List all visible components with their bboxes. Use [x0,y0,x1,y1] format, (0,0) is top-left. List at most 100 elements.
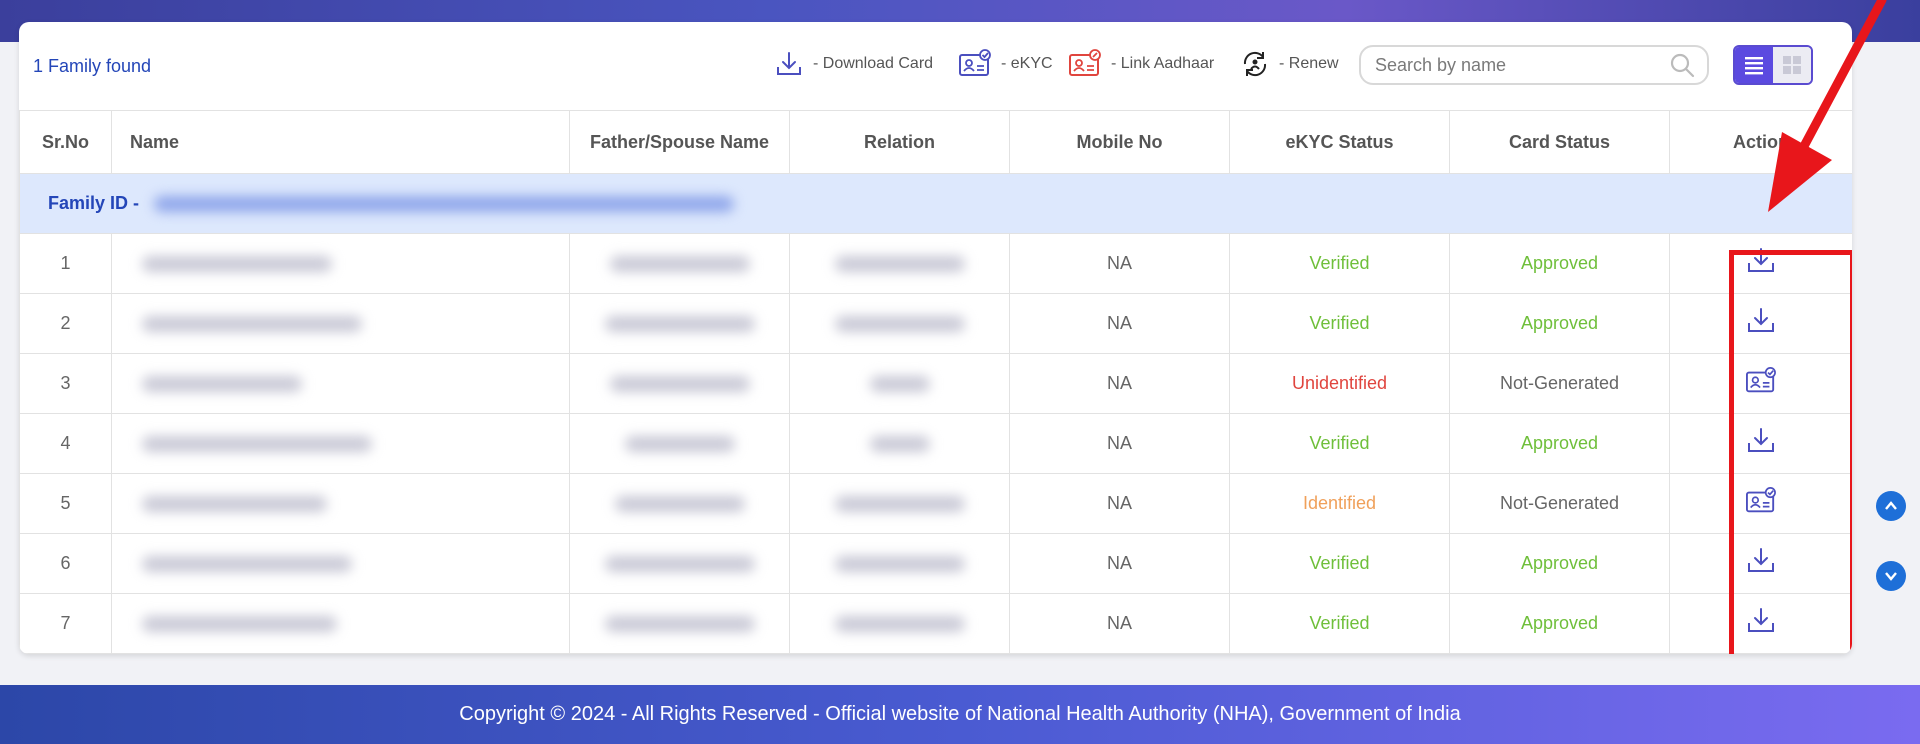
redacted-relation [834,316,965,333]
cell-mobile: NA [1009,233,1230,294]
search-box[interactable] [1359,45,1709,85]
family-count-text: 1 Family found [33,56,152,76]
cell-relation-redacted [789,293,1010,354]
cell-ekyc-status: Verified [1229,233,1450,294]
link-aadhaar-icon [1069,49,1101,76]
family-id-label: Family ID - [48,193,140,213]
cell-action [1669,473,1852,534]
cell-srno: 3 [19,353,112,414]
chevron-up-icon [1885,501,1897,510]
cell-relation-redacted [789,353,1010,414]
table-row: 1 NA Verified Approved [19,233,1852,294]
col-header-name: Name [111,110,570,174]
cell-srno: 5 [19,473,112,534]
cell-relation-redacted [789,473,1010,534]
cell-mobile: NA [1009,533,1230,594]
download-icon [777,52,801,75]
cell-card-status: Approved [1449,233,1670,294]
col-header-ekyc-status: eKYC Status [1229,110,1450,174]
cell-father-spouse-redacted [569,413,790,474]
cell-relation-redacted [789,593,1010,654]
cell-card-status: Approved [1449,593,1670,654]
table-row: 6 NA Verified Approved [19,533,1852,594]
cell-name-redacted [111,293,570,354]
ekyc-icon [959,49,991,76]
cell-relation-redacted [789,233,1010,294]
family-id-cell: Family ID - [19,173,1852,234]
download-icon[interactable] [1744,606,1778,641]
col-header-mobile: Mobile No [1009,110,1230,174]
table-row: 5 NA Identified Not-Generated [19,473,1852,534]
ekyc-icon[interactable] [1743,486,1779,521]
scroll-up-button[interactable] [1876,491,1906,521]
cell-mobile: NA [1009,353,1230,414]
list-view-button[interactable] [1735,47,1773,83]
redacted-relation [869,376,930,393]
legend-renew: - Renew [1239,48,1339,80]
cell-action [1669,293,1852,354]
cell-relation-redacted [789,533,1010,594]
cell-mobile: NA [1009,593,1230,654]
table-header-row: Sr.No Name Father/Spouse Name Relation M… [19,110,1852,174]
cell-father-spouse-redacted [569,533,790,594]
legend-download-card: - Download Card [773,48,933,80]
scroll-down-button[interactable] [1876,561,1906,591]
cell-mobile: NA [1009,413,1230,474]
ekyc-icon[interactable] [1743,366,1779,401]
cell-father-spouse-redacted [569,593,790,654]
download-icon[interactable] [1744,426,1778,461]
family-members-table: Sr.No Name Father/Spouse Name Relation M… [19,110,1852,654]
view-toggle [1733,45,1813,85]
cell-srno: 7 [19,593,112,654]
cell-father-spouse-redacted [569,233,790,294]
chevron-down-icon [1885,572,1897,581]
family-id-redacted [154,196,735,213]
search-input[interactable] [1373,53,1669,77]
cell-relation-redacted [789,413,1010,474]
legend-download-label: - Download Card [813,55,934,72]
col-header-relation: Relation [789,110,1010,174]
redacted-relation [834,256,965,273]
family-results-card: 1 Family found - Download Card - eKYC - … [19,22,1852,654]
redacted-father-spouse [609,376,750,393]
cell-card-status: Approved [1449,293,1670,354]
cell-ekyc-status: Verified [1229,533,1450,594]
family-id-row: Family ID - [19,173,1852,234]
cell-name-redacted [111,593,570,654]
cell-action [1669,353,1852,414]
search-icon[interactable] [1669,52,1695,78]
cell-card-status: Approved [1449,533,1670,594]
download-icon[interactable] [1744,306,1778,341]
table-row: 3 NA Unidentified Not-Generated [19,353,1852,414]
cell-father-spouse-redacted [569,293,790,354]
cell-name-redacted [111,473,570,534]
legend-renew-label: - Renew [1279,55,1339,72]
download-icon[interactable] [1744,546,1778,581]
col-header-srno: Sr.No [19,110,112,174]
table-row: 7 NA Verified Approved [19,593,1852,654]
redacted-relation [834,556,965,573]
renew-icon [1243,51,1267,77]
legend-link-aadhaar: - Link Aadhaar [1067,48,1214,80]
cell-card-status: Not-Generated [1449,473,1670,534]
redacted-father-spouse [614,496,745,513]
footer: Copyright © 2024 - All Rights Reserved -… [0,685,1920,744]
cell-ekyc-status: Verified [1229,593,1450,654]
download-icon[interactable] [1744,246,1778,281]
cell-ekyc-status: Verified [1229,293,1450,354]
grid-view-button[interactable] [1773,47,1811,83]
redacted-name [142,376,302,393]
redacted-father-spouse [609,256,750,273]
col-header-father-spouse: Father/Spouse Name [569,110,790,174]
redacted-name [142,496,327,513]
cell-name-redacted [111,413,570,474]
cell-name-redacted [111,533,570,594]
cell-action [1669,533,1852,594]
redacted-father-spouse [604,616,755,633]
cell-srno: 1 [19,233,112,294]
redacted-relation [869,436,930,453]
redacted-father-spouse [604,316,755,333]
cell-father-spouse-redacted [569,473,790,534]
cell-name-redacted [111,233,570,294]
redacted-name [142,436,372,453]
